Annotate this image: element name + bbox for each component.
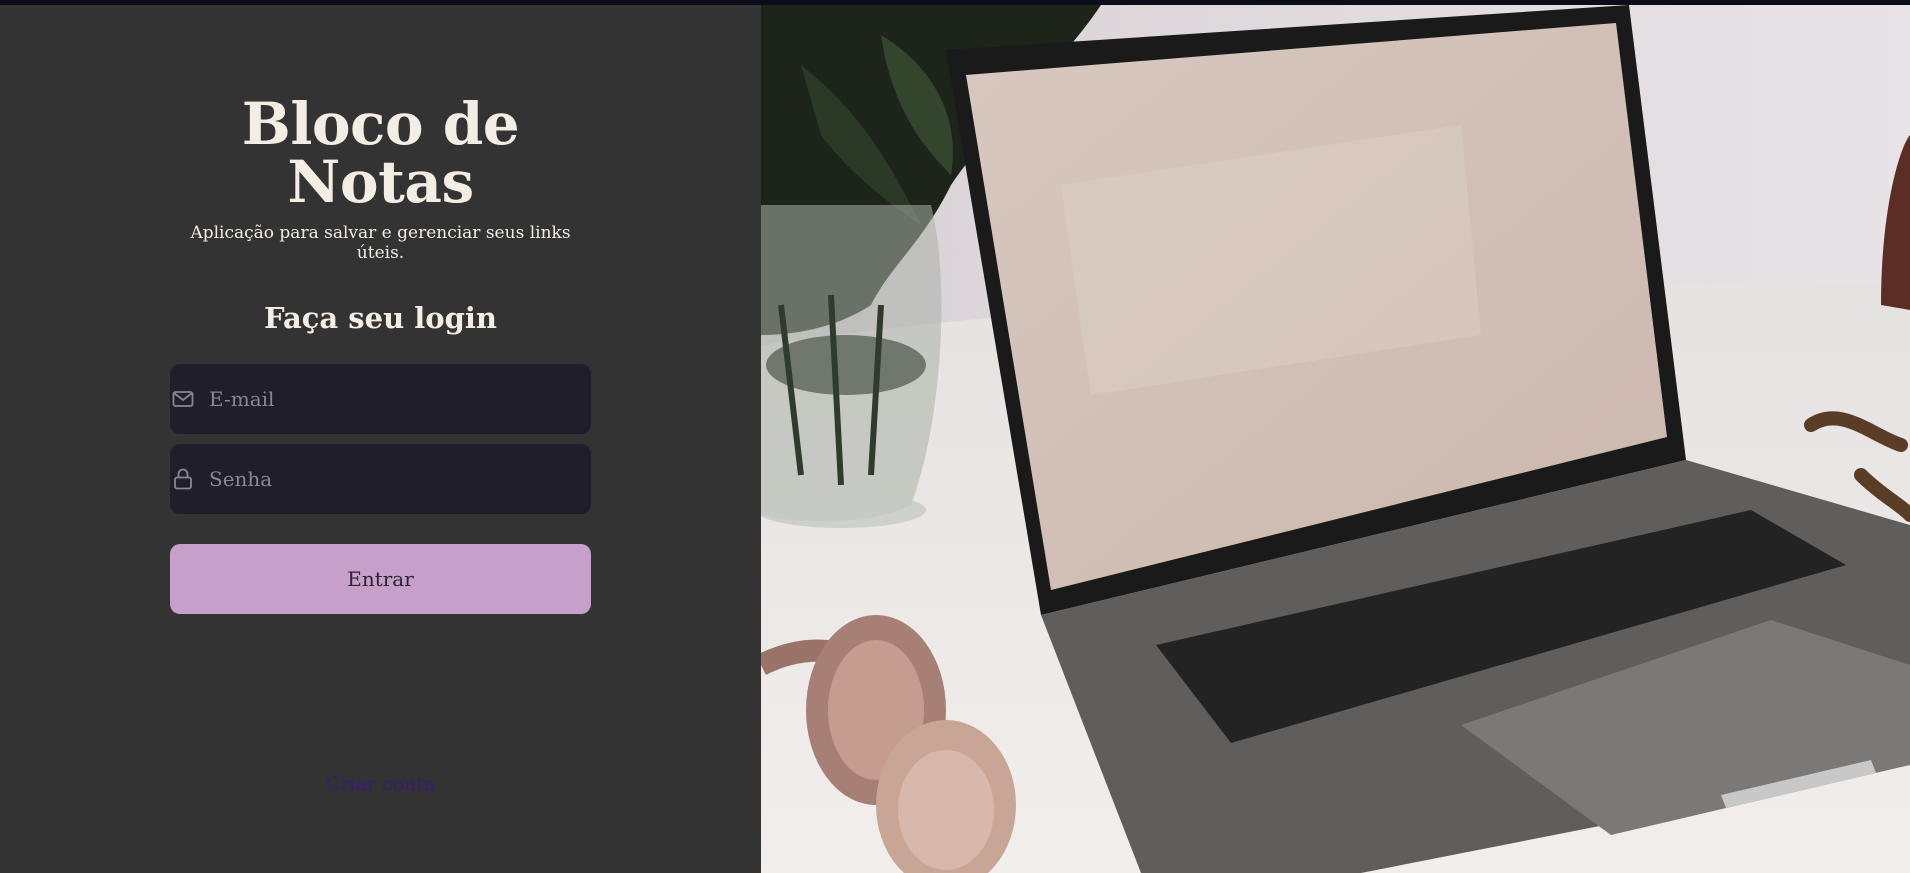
password-input[interactable] <box>195 444 591 514</box>
app-title: Bloco de Notas <box>241 90 520 216</box>
glass-vase <box>761 205 942 528</box>
hero-image <box>761 5 1910 873</box>
login-page: Bloco de Notas Aplicação para salvar e g… <box>0 5 1910 873</box>
password-field[interactable] <box>170 444 591 514</box>
laptop-desk-photo <box>761 5 1910 873</box>
login-panel: Bloco de Notas Aplicação para salvar e g… <box>0 5 761 873</box>
lock-icon <box>171 467 195 491</box>
mail-icon <box>171 387 195 411</box>
create-account-link[interactable]: Criar conta <box>170 773 591 795</box>
login-heading: Faça seu login <box>263 301 498 335</box>
brand-header: Bloco de Notas Aplicação para salvar e g… <box>170 95 591 263</box>
app-subtitle: Aplicação para salvar e gerenciar seus l… <box>190 223 571 263</box>
login-button[interactable]: Entrar <box>170 544 591 614</box>
email-field[interactable] <box>170 364 591 434</box>
email-input[interactable] <box>195 364 591 434</box>
